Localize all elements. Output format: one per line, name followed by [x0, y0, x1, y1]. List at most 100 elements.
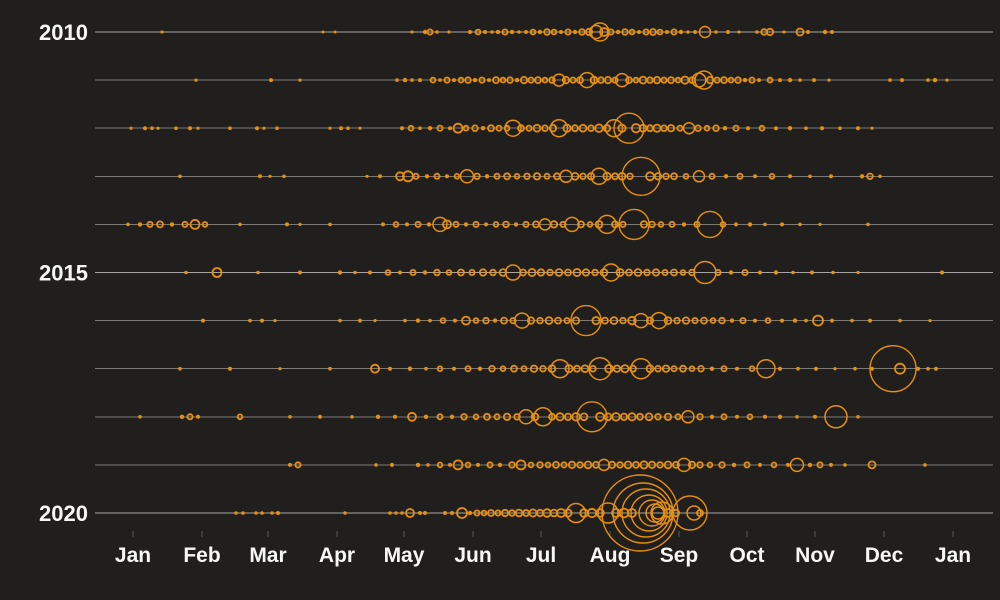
data-point	[818, 222, 822, 226]
data-point	[665, 30, 669, 34]
data-point	[945, 78, 949, 82]
data-point	[273, 319, 277, 323]
data-point	[447, 30, 451, 34]
data-point	[374, 463, 378, 467]
data-point	[426, 463, 430, 467]
data-point	[856, 415, 860, 419]
data-point	[298, 222, 302, 226]
data-point	[787, 126, 793, 131]
data-point	[435, 30, 439, 34]
data-point	[407, 366, 413, 371]
data-point	[378, 174, 382, 179]
data-point	[729, 318, 735, 323]
data-point	[747, 222, 753, 227]
year-label-2020: 2020	[39, 501, 88, 526]
data-point	[184, 270, 188, 275]
data-point	[388, 511, 392, 515]
data-point	[453, 318, 457, 323]
data-point	[787, 77, 793, 83]
month-label-Jun-5: Jun	[454, 544, 491, 567]
data-point	[260, 511, 264, 515]
data-point	[757, 78, 761, 83]
data-point	[753, 318, 757, 323]
data-point	[898, 318, 902, 323]
data-point	[298, 270, 302, 275]
data-point	[798, 78, 802, 82]
month-label-Jul-6: Jul	[526, 544, 556, 567]
data-point	[285, 222, 289, 227]
data-point	[234, 511, 238, 515]
data-point	[812, 78, 816, 83]
month-label-May-4: May	[384, 544, 425, 567]
data-point	[450, 511, 454, 515]
data-point	[275, 126, 279, 130]
plot-background	[0, 0, 1000, 600]
data-point	[395, 78, 399, 82]
data-point	[346, 126, 350, 130]
data-point	[179, 414, 185, 419]
data-point	[490, 30, 494, 34]
data-point	[830, 318, 834, 323]
data-point	[262, 126, 266, 130]
month-label-Dec-11: Dec	[865, 544, 904, 567]
data-point	[468, 30, 472, 34]
data-point	[405, 222, 409, 227]
data-point	[572, 29, 578, 35]
year-label-2010: 2010	[39, 20, 88, 45]
data-point	[791, 270, 795, 275]
data-point	[878, 174, 882, 179]
data-point	[807, 462, 813, 468]
data-point	[201, 318, 205, 323]
data-point	[428, 318, 432, 323]
data-point	[443, 511, 447, 515]
data-point	[398, 270, 402, 275]
data-point	[418, 78, 422, 83]
data-point	[353, 270, 357, 275]
data-point	[480, 126, 486, 131]
data-point	[255, 126, 259, 131]
data-point	[388, 366, 392, 371]
data-point	[368, 270, 372, 275]
data-point	[169, 222, 175, 227]
data-point	[402, 77, 408, 83]
month-label-Apr-3: Apr	[319, 544, 355, 567]
data-point	[820, 126, 824, 131]
data-point	[238, 222, 242, 227]
month-label-Feb-1: Feb	[183, 544, 220, 567]
data-point	[333, 30, 337, 34]
data-point	[138, 415, 142, 419]
data-point	[728, 270, 734, 275]
data-point	[484, 174, 490, 179]
data-point	[318, 414, 322, 419]
data-point	[477, 366, 483, 371]
data-point	[452, 366, 456, 371]
data-point	[423, 511, 427, 515]
data-point	[188, 126, 192, 131]
visualization-root: 2010 2015 2020 Jan Feb Mar Apr May Jun Jul Aug Sep…	[0, 0, 1000, 600]
data-point	[423, 414, 429, 419]
data-point	[448, 126, 452, 131]
data-point	[415, 318, 421, 323]
data-point	[829, 462, 833, 467]
data-point	[777, 414, 783, 419]
month-label-Aug-7: Aug	[590, 544, 631, 567]
data-point	[829, 174, 833, 179]
data-point	[424, 366, 428, 371]
data-point	[778, 78, 782, 83]
data-point	[254, 511, 258, 515]
data-point	[833, 367, 837, 371]
data-point	[763, 414, 767, 419]
data-point	[298, 78, 302, 82]
data-point	[758, 462, 762, 467]
data-point	[831, 270, 835, 275]
data-point	[410, 78, 414, 82]
data-point	[723, 174, 729, 179]
year-label-2015: 2015	[39, 261, 88, 286]
data-point	[484, 222, 488, 227]
data-point	[822, 29, 828, 35]
data-point	[338, 318, 342, 323]
data-point	[827, 78, 831, 82]
data-point	[714, 30, 718, 34]
data-point	[678, 29, 684, 35]
data-point	[269, 78, 273, 83]
